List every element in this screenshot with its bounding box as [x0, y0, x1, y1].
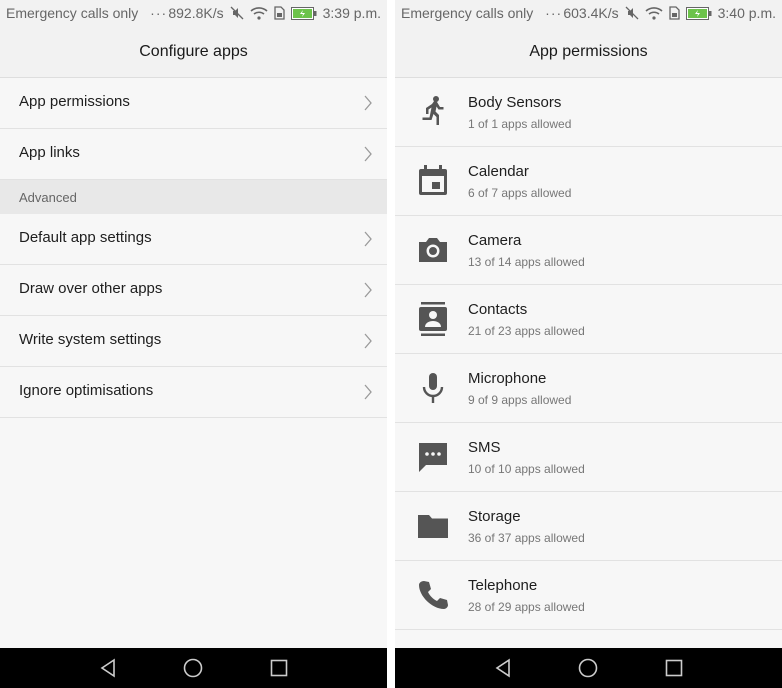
battery-icon: [290, 6, 317, 20]
permission-count: 21 of 23 apps allowed: [468, 324, 585, 338]
navigation-bar: [395, 648, 782, 688]
back-icon[interactable]: [97, 657, 119, 679]
permission-sms[interactable]: SMS 10 of 10 apps allowed: [395, 423, 782, 492]
permission-count: 36 of 37 apps allowed: [468, 531, 585, 545]
wifi-icon: [250, 7, 268, 20]
chevron-right-icon: [364, 282, 372, 298]
sim-icon: [273, 6, 285, 20]
navigation-bar: [0, 648, 387, 688]
phone-icon: [419, 581, 448, 609]
permission-count: 10 of 10 apps allowed: [468, 462, 585, 476]
permission-camera[interactable]: Camera 13 of 14 apps allowed: [395, 216, 782, 285]
contacts-icon: [419, 302, 447, 336]
camera-icon: [419, 238, 447, 262]
permission-contacts[interactable]: Contacts 21 of 23 apps allowed: [395, 285, 782, 354]
wifi-icon: [645, 7, 663, 20]
app-permissions-screen: Emergency calls only ··· 603.4K/s 3:40 p…: [395, 0, 782, 688]
list-item-label: App permissions: [19, 93, 130, 110]
chevron-right-icon: [364, 95, 372, 111]
sim-icon: [668, 6, 680, 20]
microphone-icon: [422, 373, 444, 403]
chevron-right-icon: [364, 146, 372, 162]
more-notifications-icon: ···: [150, 5, 168, 21]
recents-icon[interactable]: [663, 657, 685, 679]
permission-count: 13 of 14 apps allowed: [468, 255, 585, 269]
back-icon[interactable]: [492, 657, 514, 679]
configure-apps-screen: Emergency calls only ··· 892.8K/s 3:39 p…: [0, 0, 387, 688]
recents-icon[interactable]: [268, 657, 290, 679]
permissions-list: Body Sensors 1 of 1 apps allowed Calenda…: [395, 78, 782, 688]
status-bar: Emergency calls only ··· 892.8K/s 3:39 p…: [0, 0, 387, 27]
mute-icon: [625, 6, 639, 20]
permission-count: 1 of 1 apps allowed: [468, 117, 572, 131]
app-links-item[interactable]: App links: [0, 129, 387, 180]
permission-title: Calendar: [468, 163, 529, 180]
permission-count: 6 of 7 apps allowed: [468, 186, 572, 200]
battery-icon: [685, 6, 712, 20]
permission-count: 28 of 29 apps allowed: [468, 600, 585, 614]
network-speed: 892.8K/s: [168, 5, 224, 21]
status-bar: Emergency calls only ··· 603.4K/s 3:40 p…: [395, 0, 782, 27]
permission-count: 9 of 9 apps allowed: [468, 393, 572, 407]
permission-microphone[interactable]: Microphone 9 of 9 apps allowed: [395, 354, 782, 423]
page-title: App permissions: [529, 43, 648, 60]
ignore-optimisations-item[interactable]: Ignore optimisations: [0, 367, 387, 418]
permission-title: Contacts: [468, 301, 528, 318]
write-system-settings-item[interactable]: Write system settings: [0, 316, 387, 367]
permission-title: Camera: [468, 232, 522, 249]
permission-calendar[interactable]: Calendar 6 of 7 apps allowed: [395, 147, 782, 216]
page-title-bar: App permissions: [395, 27, 782, 78]
permission-title: Microphone: [468, 370, 547, 387]
app-permissions-item[interactable]: App permissions: [0, 78, 387, 129]
list-item-label: Default app settings: [19, 229, 152, 246]
default-app-settings-item[interactable]: Default app settings: [0, 214, 387, 265]
chevron-right-icon: [364, 333, 372, 349]
list-item-label: App links: [19, 144, 80, 161]
permission-body-sensors[interactable]: Body Sensors 1 of 1 apps allowed: [395, 78, 782, 147]
sms-icon: [419, 443, 447, 472]
more-notifications-icon: ···: [545, 5, 563, 21]
draw-over-other-apps-item[interactable]: Draw over other apps: [0, 265, 387, 316]
permission-storage[interactable]: Storage 36 of 37 apps allowed: [395, 492, 782, 561]
configure-apps-list: App permissions App links Advanced Defau…: [0, 78, 387, 418]
section-label: Advanced: [19, 190, 77, 205]
permission-title: Storage: [468, 508, 521, 525]
carrier-text: Emergency calls only: [6, 5, 139, 21]
permission-telephone[interactable]: Telephone 28 of 29 apps allowed: [395, 561, 782, 630]
permission-title: Body Sensors: [468, 94, 562, 111]
network-speed: 603.4K/s: [563, 5, 619, 21]
page-title-bar: Configure apps: [0, 27, 387, 78]
clock: 3:40 p.m.: [717, 5, 776, 21]
folder-icon: [418, 515, 448, 538]
chevron-right-icon: [364, 231, 372, 247]
permission-title: SMS: [468, 439, 501, 456]
calendar-icon: [419, 165, 447, 195]
carrier-text: Emergency calls only: [401, 5, 534, 21]
list-item-label: Write system settings: [19, 331, 162, 348]
advanced-section-header: Advanced: [0, 180, 387, 214]
permission-title: Telephone: [468, 577, 538, 594]
page-title: Configure apps: [139, 43, 248, 60]
list-item-label: Ignore optimisations: [19, 382, 154, 399]
clock: 3:39 p.m.: [322, 5, 381, 21]
list-item-label: Draw over other apps: [19, 280, 163, 297]
mute-icon: [230, 6, 244, 20]
runner-icon: [422, 96, 444, 125]
chevron-right-icon: [364, 384, 372, 400]
home-icon[interactable]: [182, 657, 204, 679]
home-icon[interactable]: [577, 657, 599, 679]
